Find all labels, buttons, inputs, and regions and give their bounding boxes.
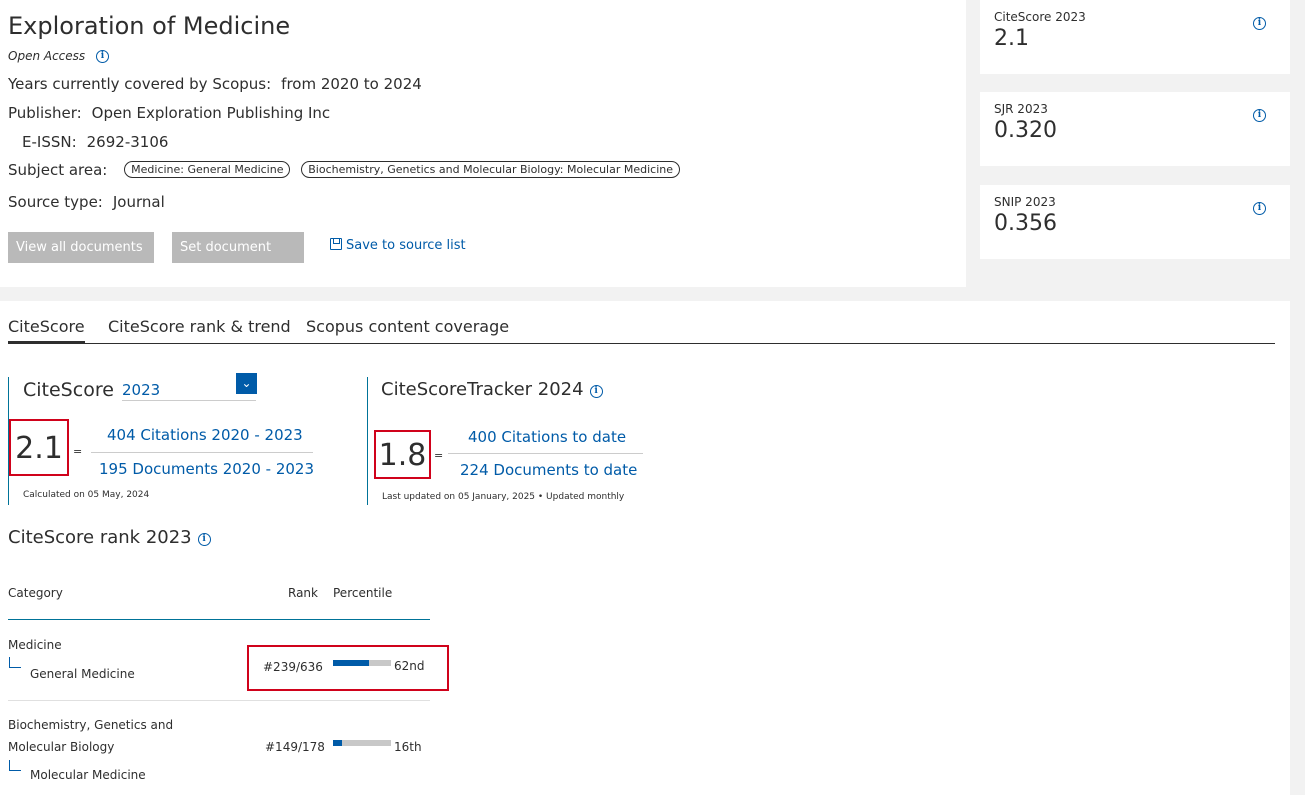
open-access-text: Open Access	[8, 49, 86, 63]
tracker-value: 1.8	[374, 430, 431, 479]
years-covered-value: from 2020 to 2024	[281, 75, 422, 93]
header-category: Category	[8, 586, 63, 600]
info-icon[interactable]: i	[96, 50, 109, 63]
save-to-source-list-link[interactable]: Save to source list	[330, 238, 466, 253]
citations-link[interactable]: 404 Citations 2020 - 2023	[107, 426, 303, 444]
citescore-section: CiteScore 2023 ⌄ 2.1 = 404 Citations 202…	[8, 373, 314, 505]
metric-value: 2.1	[994, 26, 1029, 51]
header-rank: Rank	[288, 586, 318, 600]
save-link-label: Save to source list	[346, 238, 466, 253]
subject-chip[interactable]: Medicine: General Medicine	[124, 161, 291, 178]
metric-value: 0.320	[994, 118, 1057, 143]
publisher-row: Publisher: Open Exploration Publishing In…	[8, 104, 330, 122]
publisher-label: Publisher:	[8, 104, 82, 122]
header-divider	[8, 619, 430, 620]
citescore-value: 2.1	[9, 419, 69, 476]
tab-bar: CiteScore CiteScore rank & trend Scopus …	[8, 317, 1275, 344]
header-percentile: Percentile	[333, 586, 393, 600]
metric-label: SJR 2023	[994, 102, 1048, 116]
info-icon[interactable]: i	[1253, 109, 1266, 122]
eissn-value: 2692-3106	[86, 133, 169, 151]
chevron-down-icon[interactable]: ⌄	[236, 373, 257, 394]
tracker-documents-link[interactable]: 224 Documents to date	[460, 461, 637, 479]
fraction-line	[91, 452, 313, 453]
tab-citescore-rank-trend[interactable]: CiteScore rank & trend	[108, 317, 291, 336]
row-divider	[8, 700, 430, 701]
tab-citescore[interactable]: CiteScore	[8, 317, 85, 344]
category-name: Medicine	[8, 638, 62, 652]
years-covered-row: Years currently covered by Scopus: from 2…	[8, 75, 422, 93]
year-select[interactable]: 2023 ⌄	[122, 373, 257, 401]
info-icon[interactable]: i	[1253, 17, 1266, 30]
highlight-box	[247, 645, 449, 691]
journal-info-card: Exploration of Medicine Open Access i Ye…	[0, 0, 966, 287]
citescore-tracker-section: CiteScoreTracker 2024 i 1.8 = 400 Citatio…	[367, 377, 667, 505]
journal-title: Exploration of Medicine	[8, 12, 291, 40]
tracker-updated-note: Last updated on 05 January, 2025 • Updat…	[382, 492, 625, 502]
publisher-value: Open Exploration Publishing Inc	[91, 104, 331, 122]
tracker-title: CiteScoreTracker 2024 i	[381, 379, 603, 400]
subcategory-name: General Medicine	[30, 667, 135, 681]
citescore-panel: CiteScore CiteScore rank & trend Scopus …	[0, 301, 1290, 795]
open-access-label: Open Access i	[8, 49, 109, 63]
snip-metric-card: SNIP 2023 0.356 i	[980, 185, 1290, 259]
percentile-value: 16th	[394, 740, 422, 754]
save-icon	[330, 238, 342, 250]
metric-value: 0.356	[994, 211, 1057, 236]
category-name: Biochemistry, Genetics and Molecular Bio…	[8, 714, 173, 758]
tab-scopus-content-coverage[interactable]: Scopus content coverage	[306, 317, 509, 336]
calculated-date: Calculated on 05 May, 2024	[23, 490, 150, 500]
fraction-line	[448, 453, 643, 454]
rank-value: #149/178	[265, 740, 325, 754]
percentile-bar	[333, 740, 391, 746]
tracker-citations-link[interactable]: 400 Citations to date	[468, 428, 626, 446]
metric-label: SNIP 2023	[994, 195, 1056, 209]
sjr-metric-card: SJR 2023 0.320 i	[980, 92, 1290, 166]
tree-connector	[9, 760, 21, 771]
documents-link[interactable]: 195 Documents 2020 - 2023	[99, 460, 314, 478]
year-select-value: 2023	[122, 381, 161, 399]
citescore-title: CiteScore	[23, 379, 114, 401]
info-icon[interactable]: i	[197, 533, 211, 546]
set-document-alert-button[interactable]: Set document alert	[172, 232, 304, 286]
subcategory-name: Molecular Medicine	[30, 768, 146, 782]
percentile-bar-fill	[333, 740, 343, 746]
subject-area-label: Subject area:	[8, 161, 108, 179]
tree-connector	[9, 657, 21, 668]
equals-sign: =	[434, 449, 444, 462]
metric-label: CiteScore 2023	[994, 10, 1086, 24]
view-all-documents-button[interactable]: View all documents ›	[8, 232, 154, 286]
rank-title: CiteScore rank 2023 i	[8, 527, 211, 548]
subject-chip[interactable]: Biochemistry, Genetics and Molecular Bio…	[301, 161, 681, 178]
tracker-title-text: CiteScoreTracker 2024	[381, 379, 584, 400]
citescore-metric-card: CiteScore 2023 2.1 i	[980, 0, 1290, 74]
equals-sign: =	[73, 445, 83, 458]
eissn-label: E-ISSN:	[22, 133, 77, 151]
category-name-line: Biochemistry, Genetics and	[8, 718, 174, 732]
eissn-row: E-ISSN: 2692-3106	[22, 133, 168, 151]
subject-area-row: Subject area: Medicine: General Medicine…	[8, 161, 681, 179]
category-name-line: Molecular Biology	[8, 740, 115, 754]
source-type-label: Source type:	[8, 193, 103, 211]
rank-title-text: CiteScore rank 2023	[8, 527, 192, 548]
info-icon[interactable]: i	[1253, 202, 1266, 215]
source-type-row: Source type: Journal	[8, 193, 165, 211]
years-covered-label: Years currently covered by Scopus:	[8, 75, 272, 93]
source-type-value: Journal	[112, 193, 165, 211]
info-icon[interactable]: i	[589, 385, 603, 398]
